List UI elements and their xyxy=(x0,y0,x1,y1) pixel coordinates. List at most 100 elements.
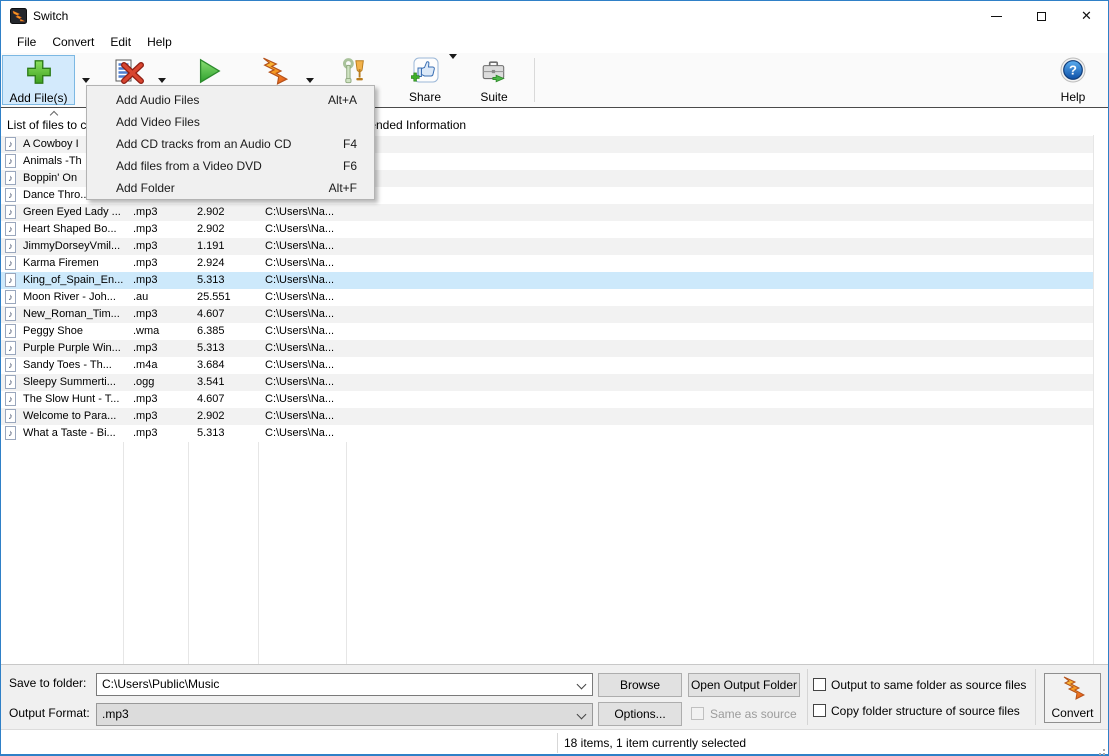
maximize-button[interactable] xyxy=(1019,2,1064,30)
options-button[interactable]: Options... xyxy=(598,702,682,726)
music-file-icon: ♪ xyxy=(5,256,16,270)
music-file-icon: ♪ xyxy=(5,358,16,372)
file-row[interactable]: ♪Welcome to Para....mp32.902C:\Users\Na.… xyxy=(1,408,1093,425)
file-format: .m4a xyxy=(133,357,185,374)
menu-convert[interactable]: Convert xyxy=(44,31,102,53)
add-files-button[interactable]: Add File(s) xyxy=(2,55,75,105)
file-path: C:\Users\Na... xyxy=(265,204,345,221)
share-thumb-icon xyxy=(411,57,439,90)
file-format: .mp3 xyxy=(133,408,185,425)
file-row[interactable]: ♪Peggy Shoe.wma6.385C:\Users\Na... xyxy=(1,323,1093,340)
chevron-down-icon xyxy=(449,54,457,76)
music-file-icon: ♪ xyxy=(5,375,16,389)
file-size: 5.313 xyxy=(197,425,255,442)
file-row[interactable]: ♪Sleepy Summerti....ogg3.541C:\Users\Na.… xyxy=(1,374,1093,391)
save-to-folder-label: Save to folder: xyxy=(9,676,86,690)
panel-separator xyxy=(807,669,808,725)
browse-button[interactable]: Browse xyxy=(598,673,682,697)
panel-separator xyxy=(1035,669,1036,725)
menu-item-add-files-from-a-video-dvd[interactable]: Add files from a Video DVDF6 xyxy=(87,155,374,177)
menu-help[interactable]: Help xyxy=(139,31,180,53)
suite-button[interactable]: Suite xyxy=(469,55,519,105)
file-row[interactable]: ♪Moon River - Joh....au25.551C:\Users\Na… xyxy=(1,289,1093,306)
minimize-button[interactable] xyxy=(974,2,1019,30)
file-format: .mp3 xyxy=(133,425,185,442)
help-button[interactable]: ? Help xyxy=(1048,55,1098,105)
music-file-icon: ♪ xyxy=(5,273,16,287)
convert-button[interactable]: Convert xyxy=(1044,673,1101,723)
music-file-icon: ♪ xyxy=(5,154,16,168)
file-name: The Slow Hunt - T... xyxy=(23,391,124,408)
menu-item-shortcut: Alt+A xyxy=(328,93,357,107)
file-format: .mp3 xyxy=(133,272,185,289)
open-output-folder-button[interactable]: Open Output Folder xyxy=(688,673,800,697)
status-bar: 18 items, 1 item currently selected xyxy=(1,729,1108,756)
file-path: C:\Users\Na... xyxy=(265,289,345,306)
file-name: JimmyDorseyVmil... xyxy=(23,238,124,255)
chevron-down-icon xyxy=(577,680,587,690)
file-path: C:\Users\Na... xyxy=(265,357,345,374)
file-row[interactable]: ♪What a Taste - Bi....mp35.313C:\Users\N… xyxy=(1,425,1093,442)
file-size: 2.902 xyxy=(197,221,255,238)
title-bar: Switch ✕ xyxy=(1,1,1108,31)
menu-item-label: Add CD tracks from an Audio CD xyxy=(116,137,291,151)
file-row[interactable]: ♪JimmyDorseyVmil....mp31.191C:\Users\Na.… xyxy=(1,238,1093,255)
status-separator xyxy=(557,733,558,753)
menu-item-label: Add Audio Files xyxy=(116,93,199,107)
help-question-icon: ? xyxy=(1060,57,1086,88)
file-path: C:\Users\Na... xyxy=(265,340,345,357)
file-row[interactable]: ♪Karma Firemen.mp32.924C:\Users\Na... xyxy=(1,255,1093,272)
file-format: .mp3 xyxy=(133,306,185,323)
file-format: .wma xyxy=(133,323,185,340)
help-label: Help xyxy=(1061,90,1086,104)
file-row[interactable]: ♪New_Roman_Tim....mp34.607C:\Users\Na... xyxy=(1,306,1093,323)
menu-item-shortcut: Alt+F xyxy=(329,181,357,195)
menu-item-shortcut: F4 xyxy=(343,137,357,151)
output-format-label: Output Format: xyxy=(9,706,90,720)
svg-text:?: ? xyxy=(1069,63,1077,78)
file-name: King_of_Spain_En... xyxy=(23,272,124,289)
save-to-folder-combobox[interactable]: C:\Users\Public\Music xyxy=(96,673,593,696)
file-path: C:\Users\Na... xyxy=(265,255,345,272)
share-button[interactable]: Share xyxy=(399,55,451,105)
file-row[interactable]: ♪The Slow Hunt - T....mp34.607C:\Users\N… xyxy=(1,391,1093,408)
save-to-folder-value: C:\Users\Public\Music xyxy=(102,677,219,691)
file-format: .mp3 xyxy=(133,340,185,357)
file-size: 2.924 xyxy=(197,255,255,272)
menu-file[interactable]: File xyxy=(9,31,44,53)
output-same-folder-checkbox[interactable] xyxy=(813,678,826,691)
output-format-combobox[interactable]: .mp3 xyxy=(96,703,593,726)
resize-grip-icon[interactable] xyxy=(1103,749,1105,751)
file-row[interactable]: ♪Green Eyed Lady ....mp32.902C:\Users\Na… xyxy=(1,204,1093,221)
file-format: .mp3 xyxy=(133,238,185,255)
file-name: Peggy Shoe xyxy=(23,323,124,340)
file-row[interactable]: ♪Heart Shaped Bo....mp32.902C:\Users\Na.… xyxy=(1,221,1093,238)
music-file-icon: ♪ xyxy=(5,426,16,440)
music-file-icon: ♪ xyxy=(5,324,16,338)
file-row[interactable]: ♪Sandy Toes - Th....m4a3.684C:\Users\Na.… xyxy=(1,357,1093,374)
add-plus-icon xyxy=(25,58,53,91)
file-row[interactable]: ♪King_of_Spain_En....mp35.313C:\Users\Na… xyxy=(1,272,1093,289)
file-path: C:\Users\Na... xyxy=(265,238,345,255)
file-row[interactable]: ♪Purple Purple Win....mp35.313C:\Users\N… xyxy=(1,340,1093,357)
menu-item-add-video-files[interactable]: Add Video Files xyxy=(87,111,374,133)
menu-item-label: Add files from a Video DVD xyxy=(116,159,262,173)
file-format: .mp3 xyxy=(133,391,185,408)
suite-briefcase-icon xyxy=(480,57,508,90)
file-format: .au xyxy=(133,289,185,306)
menu-edit[interactable]: Edit xyxy=(102,31,139,53)
file-size: 25.551 xyxy=(197,289,255,306)
close-button[interactable]: ✕ xyxy=(1064,2,1109,30)
menu-item-add-audio-files[interactable]: Add Audio Files Alt+A xyxy=(87,89,374,111)
file-name: Heart Shaped Bo... xyxy=(23,221,124,238)
share-dropdown-arrow[interactable] xyxy=(449,59,457,77)
toolbar-separator xyxy=(534,58,535,102)
switch-app-window: Switch ✕ FileConvertEditHelp Add File(s)… xyxy=(0,0,1109,756)
browse-label: Browse xyxy=(620,678,660,692)
file-format: .ogg xyxy=(133,374,185,391)
menu-item-add-cd-tracks-from-an-audio-cd[interactable]: Add CD tracks from an Audio CD F4 xyxy=(87,133,374,155)
output-format-value: .mp3 xyxy=(102,707,129,721)
copy-folder-structure-checkbox[interactable] xyxy=(813,704,826,717)
menu-item-add-folder[interactable]: Add FolderAlt+F xyxy=(87,177,374,199)
file-name: New_Roman_Tim... xyxy=(23,306,124,323)
